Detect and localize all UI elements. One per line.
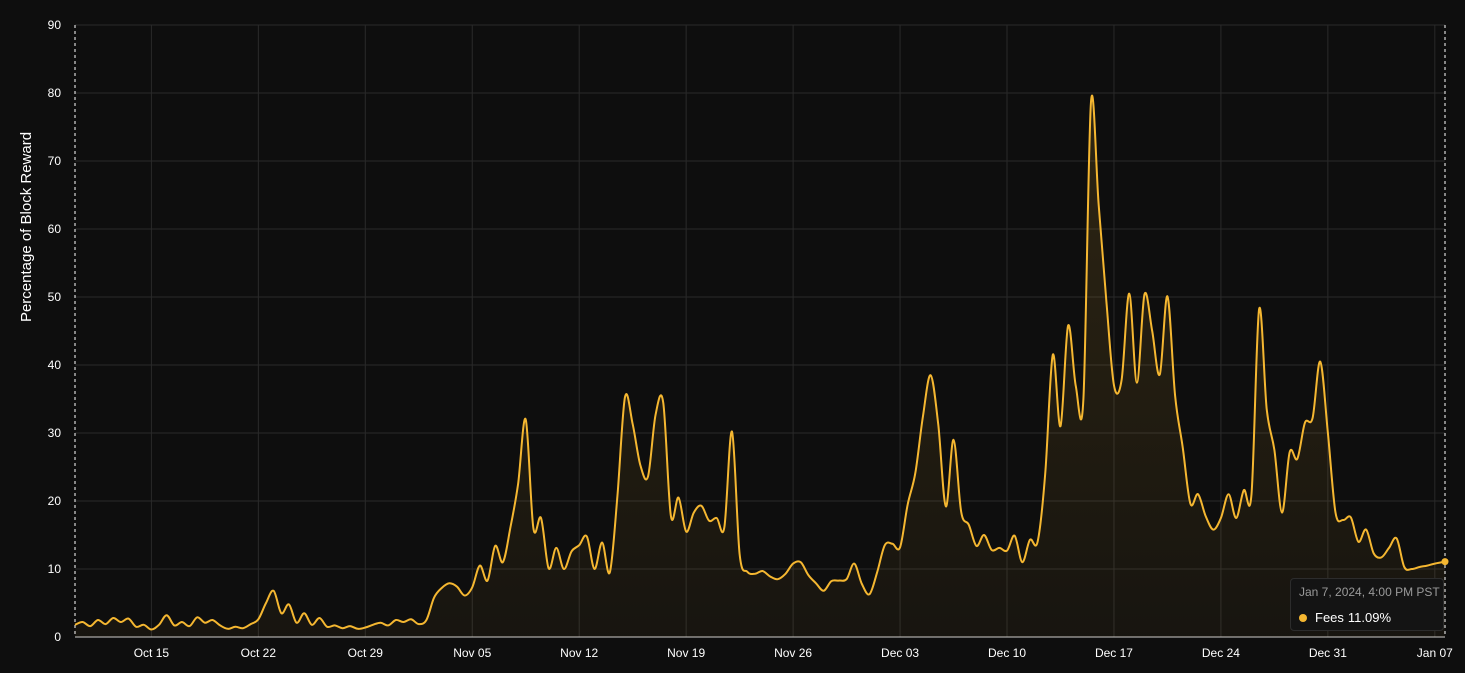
tooltip-row: Fees 11.09%: [1299, 610, 1435, 625]
x-tick-labels: Oct 15 Oct 22 Oct 29 Nov 05 Nov 12 Nov 19 Nov …: [134, 646, 1453, 660]
fees-chart: 0 10 20 30 40 50 60 70 80 90 Oct 15 Oct 22 Oct 29 No…: [0, 0, 1465, 673]
y-tick-label: 60: [48, 222, 62, 236]
series-dot-icon: [1299, 613, 1307, 622]
x-tick-label: Nov 12: [560, 646, 598, 660]
x-tick-label: Oct 29: [348, 646, 384, 660]
x-tick-label: Oct 22: [241, 646, 277, 660]
x-tick-label: Dec 10: [988, 646, 1026, 660]
y-tick-label: 40: [48, 358, 62, 372]
y-tick-label: 0: [54, 630, 61, 644]
x-tick-label: Jan 07: [1417, 646, 1453, 660]
y-tick-label: 20: [48, 494, 62, 508]
y-axis-title: Percentage of Block Reward: [18, 132, 35, 322]
x-tick-label: Dec 31: [1309, 646, 1347, 660]
y-tick-label: 50: [48, 290, 62, 304]
fees-area: [75, 95, 1445, 638]
fees-area-chart: 0 10 20 30 40 50 60 70 80 90 Oct 15 Oct 22 Oct 29 No…: [18, 18, 1453, 660]
tooltip-series-name: Fees: [1315, 610, 1344, 625]
y-tick-label: 80: [48, 86, 62, 100]
y-tick-labels: 0 10 20 30 40 50 60 70 80 90: [48, 18, 62, 644]
x-tick-label: Nov 19: [667, 646, 705, 660]
y-tick-label: 10: [48, 562, 62, 576]
x-tick-label: Dec 17: [1095, 646, 1133, 660]
y-tick-label: 30: [48, 426, 62, 440]
x-tick-label: Dec 03: [881, 646, 919, 660]
x-tick-label: Nov 26: [774, 646, 812, 660]
tooltip-date: Jan 7, 2024, 4:00 PM PST: [1299, 585, 1440, 599]
x-tick-label: Dec 24: [1202, 646, 1240, 660]
x-tick-label: Oct 15: [134, 646, 170, 660]
y-tick-label: 70: [48, 154, 62, 168]
y-tick-label: 90: [48, 18, 62, 32]
tooltip: Jan 7, 2024, 4:00 PM PST Fees 11.09%: [1290, 578, 1444, 631]
x-tick-label: Nov 05: [453, 646, 491, 660]
hover-point: [1441, 558, 1449, 566]
tooltip-value: 11.09%: [1347, 610, 1392, 625]
